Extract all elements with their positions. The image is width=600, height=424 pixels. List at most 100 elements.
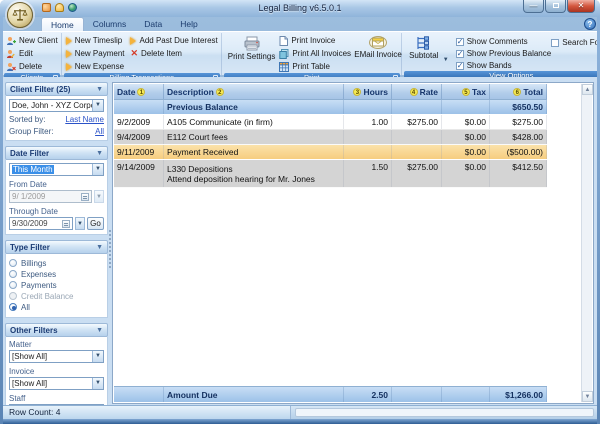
- new-client-label: New Client: [19, 36, 58, 45]
- tab-home[interactable]: Home: [41, 17, 84, 31]
- email-invoice-button[interactable]: EMail Invoice: [353, 34, 403, 59]
- ribbon-tab-row: Home Columns Data Help: [3, 17, 597, 31]
- print-settings-button[interactable]: Print Settings: [226, 34, 278, 61]
- quick-access-toolbar: [42, 3, 77, 12]
- close-button[interactable]: ✕: [567, 0, 595, 13]
- client-filter-header[interactable]: Client Filter (25)▼: [5, 82, 108, 96]
- type-filter-header[interactable]: Type Filter▼: [5, 240, 108, 254]
- titlebar: Legal Billing v6.5.0.1 — ✕: [0, 0, 600, 17]
- document-icon: [279, 36, 288, 46]
- show-previous-balance-checkbox[interactable]: Show Previous Balance: [456, 48, 552, 59]
- checkbox-icon: [456, 62, 464, 70]
- subtotal-dropdown-arrow[interactable]: ▼: [443, 57, 449, 63]
- from-date-field[interactable]: 9/ 1/2009: [9, 190, 92, 203]
- dropdown-arrow-icon[interactable]: ▼: [92, 378, 103, 389]
- other-filters-header[interactable]: Other Filters▼: [5, 323, 108, 337]
- search-footer-checkbox[interactable]: Search Footer: [551, 37, 600, 48]
- show-comments-checkbox[interactable]: Show Comments: [456, 36, 552, 47]
- tab-data[interactable]: Data: [135, 17, 171, 31]
- envelope-icon: [369, 36, 387, 49]
- print-table-button[interactable]: Print Table: [279, 61, 351, 72]
- dropdown-arrow-icon[interactable]: ▼: [92, 164, 103, 175]
- delete-client-button[interactable]: Delete: [6, 61, 58, 72]
- table-row[interactable]: 9/14/2009 L330 Depositions Attend deposi…: [114, 160, 547, 188]
- date-filter-header[interactable]: Date Filter▼: [5, 146, 108, 160]
- radio-icon: [9, 281, 17, 289]
- radio-payments[interactable]: Payments: [9, 280, 104, 290]
- column-header-hours[interactable]: 3Hours: [344, 84, 392, 99]
- app-menu-button[interactable]: [7, 2, 33, 28]
- yellow-arrow-icon: [130, 37, 136, 45]
- matter-select[interactable]: [Show All]▼: [9, 350, 104, 363]
- from-date-label: From Date: [9, 180, 104, 189]
- help-button[interactable]: ?: [584, 18, 596, 30]
- new-expense-button[interactable]: New Expense: [66, 61, 125, 72]
- date-preset-select[interactable]: This Month▼: [9, 163, 104, 176]
- through-date-field[interactable]: 9/30/2009: [9, 217, 73, 230]
- radio-all[interactable]: All: [9, 302, 104, 312]
- yellow-arrow-icon: [66, 37, 72, 45]
- tab-columns[interactable]: Columns: [84, 17, 136, 31]
- column-header-rate[interactable]: 4Rate: [392, 84, 442, 99]
- amount-due-footer-row: Amount Due 2.50 $1,266.00: [114, 386, 547, 402]
- window-border-left: [0, 17, 3, 424]
- new-payment-button[interactable]: New Payment: [66, 48, 125, 59]
- globe-icon[interactable]: [68, 3, 77, 12]
- scroll-down-arrow-icon[interactable]: ▼: [582, 391, 593, 402]
- show-bands-checkbox[interactable]: Show Bands: [456, 60, 552, 71]
- show-previous-balance-label: Show Previous Balance: [467, 49, 552, 58]
- amount-due-total: $1,266.00: [490, 387, 547, 402]
- grid-header-row: Date1 Description2 3Hours 4Rate 5Tax 6To…: [114, 84, 547, 100]
- scroll-up-arrow-icon[interactable]: ▲: [582, 84, 593, 95]
- radio-icon: [9, 270, 17, 278]
- checkbox-icon: [456, 38, 464, 46]
- table-row-payment[interactable]: 9/11/2009 Payment Received $0.00 ($500.0…: [114, 145, 547, 160]
- column-header-total[interactable]: 6Total: [490, 84, 547, 99]
- sort-order-badge: 5: [462, 88, 470, 96]
- column-header-description[interactable]: Description2: [164, 84, 344, 99]
- print-all-invoices-button[interactable]: Print All Invoices: [279, 48, 351, 59]
- search-footer-label: Search Footer: [562, 38, 600, 47]
- billing-grid: Date1 Description2 3Hours 4Rate 5Tax 6To…: [112, 82, 594, 404]
- add-past-due-interest-button[interactable]: Add Past Due Interest: [130, 35, 217, 46]
- sorted-by-link[interactable]: Last Name: [65, 115, 104, 124]
- client-filter-body: Doe, John - XYZ Corporation▼ Sorted by: L…: [5, 96, 108, 141]
- vertical-scrollbar[interactable]: ▲ ▼: [581, 84, 592, 402]
- from-date-dropdown-arrow[interactable]: ▼: [94, 190, 104, 203]
- tab-help[interactable]: Help: [171, 17, 206, 31]
- chevron-down-icon: ▼: [96, 150, 103, 157]
- client-select[interactable]: Doe, John - XYZ Corporation▼: [9, 99, 104, 112]
- dropdown-arrow-icon[interactable]: ▼: [92, 351, 103, 362]
- new-client-button[interactable]: New Client: [6, 35, 58, 46]
- radio-billings[interactable]: Billings: [9, 258, 104, 268]
- dropdown-arrow-icon[interactable]: ▼: [92, 100, 103, 111]
- table-row[interactable]: 9/2/2009 A105 Communicate (in firm) 1.00…: [114, 115, 547, 130]
- subtotal-button[interactable]: Subtotal: [406, 34, 442, 60]
- delete-item-button[interactable]: ✕Delete Item: [130, 48, 217, 59]
- new-expense-label: New Expense: [75, 62, 124, 71]
- column-header-tax[interactable]: 5Tax: [442, 84, 490, 99]
- edit-client-button[interactable]: Edit: [6, 48, 58, 59]
- group-filter-link[interactable]: All: [95, 127, 104, 136]
- print-invoice-button[interactable]: Print Invoice: [279, 35, 351, 46]
- minimize-button[interactable]: —: [523, 0, 544, 13]
- maximize-button[interactable]: [545, 0, 566, 13]
- subtotal-icon: [416, 36, 431, 50]
- radio-expenses[interactable]: Expenses: [9, 269, 104, 279]
- ribbon: New Client Edit Delete Clients New Times…: [3, 31, 597, 76]
- new-timeslip-button[interactable]: New Timeslip: [66, 35, 125, 46]
- go-button[interactable]: Go: [87, 217, 104, 230]
- table-row[interactable]: 9/4/2009 E112 Court fees $0.00 $428.00: [114, 130, 547, 145]
- group-filter-label: Group Filter:: [9, 127, 53, 136]
- table-grid-icon: [279, 62, 289, 72]
- column-header-date[interactable]: Date1: [114, 84, 164, 99]
- lamp-icon[interactable]: [55, 3, 64, 12]
- previous-balance-band-row[interactable]: Previous Balance $650.50: [114, 100, 547, 115]
- through-date-dropdown-arrow[interactable]: ▼: [75, 217, 85, 230]
- type-filter-body: Billings Expenses Payments Credit Balanc…: [5, 254, 108, 318]
- ribbon-group-clients: New Client Edit Delete Clients: [4, 33, 62, 75]
- app-window: Legal Billing v6.5.0.1 — ✕ Home Columns …: [0, 0, 600, 424]
- people-icon[interactable]: [42, 3, 51, 12]
- sorted-by-label: Sorted by:: [9, 115, 45, 124]
- invoice-select[interactable]: [Show All]▼: [9, 377, 104, 390]
